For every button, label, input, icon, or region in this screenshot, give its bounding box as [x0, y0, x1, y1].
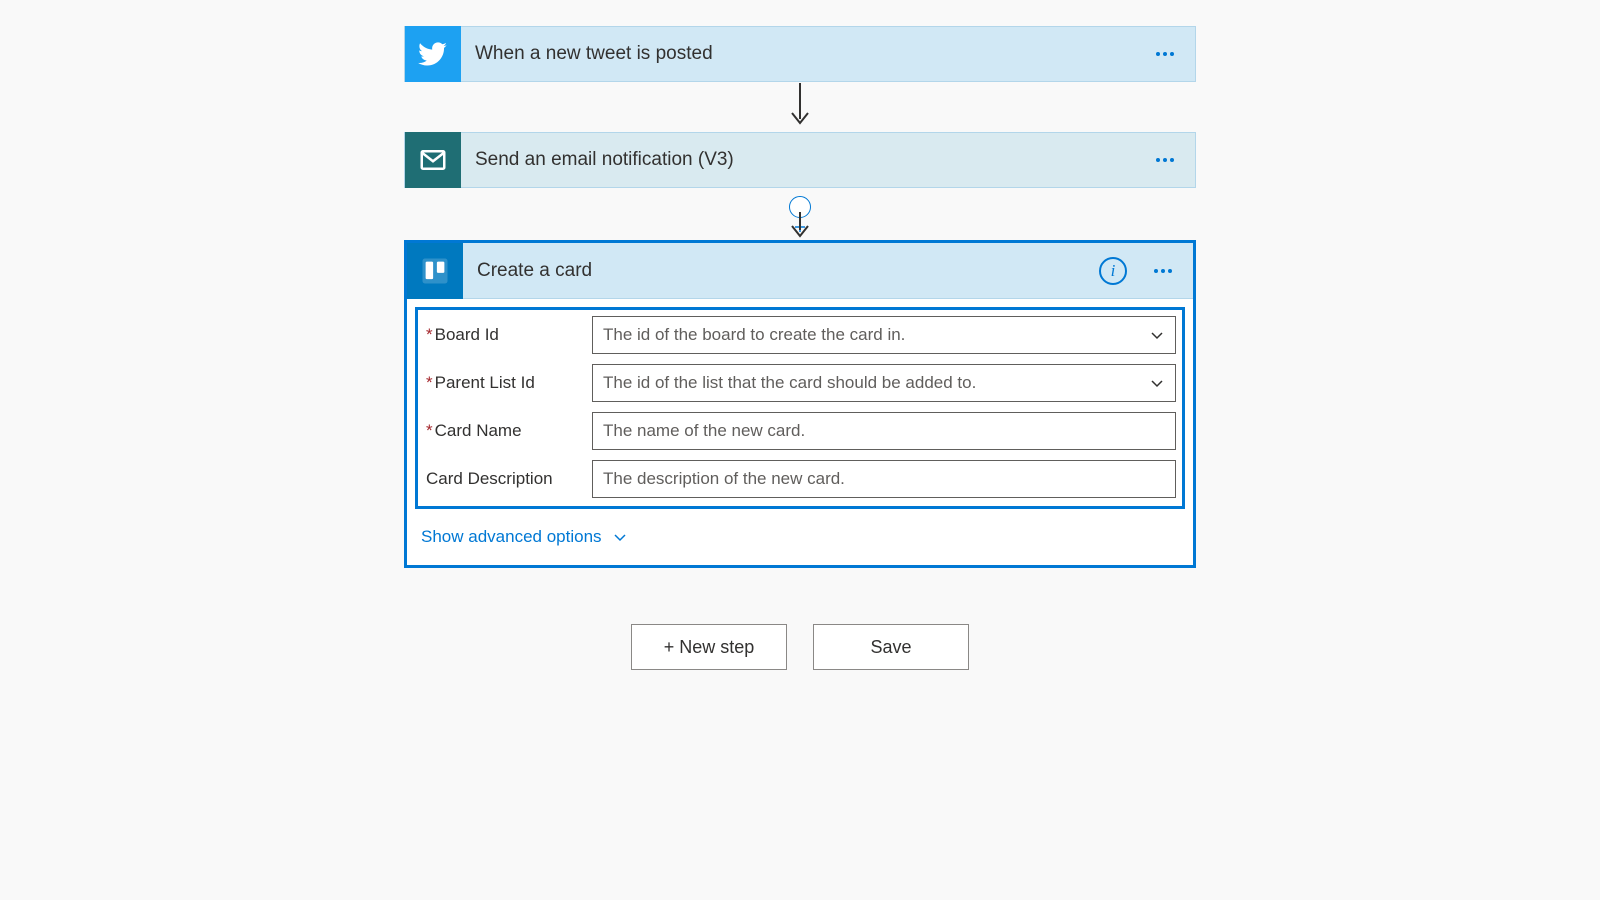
parent-list-dropdown[interactable]: The id of the list that the card should … [592, 364, 1176, 402]
mail-icon [405, 132, 461, 188]
card-name-input[interactable]: The name of the new card. [592, 412, 1176, 450]
footer-actions: + New step Save [404, 624, 1196, 670]
field-row-board-id: *Board Id The id of the board to create … [424, 316, 1176, 354]
step-trigger-twitter[interactable]: When a new tweet is posted [404, 26, 1196, 82]
field-label: Card Description [424, 469, 592, 489]
field-label: *Parent List Id [424, 373, 592, 393]
placeholder-text: The description of the new card. [603, 469, 845, 489]
twitter-icon [405, 26, 461, 82]
step-action-email[interactable]: Send an email notification (V3) [404, 132, 1196, 188]
connector-with-add [404, 188, 1196, 240]
placeholder-text: The id of the list that the card should … [603, 373, 976, 393]
placeholder-text: The name of the new card. [603, 421, 805, 441]
chevron-down-icon [1149, 375, 1165, 391]
field-row-card-name: *Card Name The name of the new card. [424, 412, 1176, 450]
chevron-down-icon [612, 529, 628, 545]
new-step-button[interactable]: + New step [631, 624, 787, 670]
step-title: When a new tweet is posted [461, 43, 1143, 65]
step-header[interactable]: Create a card i [407, 243, 1193, 299]
step-title: Send an email notification (V3) [461, 149, 1143, 171]
step-action-trello-create-card: Create a card i *Board Id The id of the … [404, 240, 1196, 568]
board-id-dropdown[interactable]: The id of the board to create the card i… [592, 316, 1176, 354]
more-menu-button[interactable] [1143, 138, 1187, 182]
chevron-down-icon [1149, 327, 1165, 343]
info-button[interactable]: i [1099, 257, 1127, 285]
placeholder-text: The id of the board to create the card i… [603, 325, 905, 345]
more-menu-button[interactable] [1141, 249, 1185, 293]
field-label: *Board Id [424, 325, 592, 345]
step-title: Create a card [463, 260, 1099, 282]
field-label: *Card Name [424, 421, 592, 441]
field-row-card-desc: Card Description The description of the … [424, 460, 1176, 498]
save-button[interactable]: Save [813, 624, 969, 670]
trello-icon [407, 243, 463, 299]
connector-arrow [404, 82, 1196, 132]
required-fields-highlight: *Board Id The id of the board to create … [415, 307, 1185, 509]
more-menu-button[interactable] [1143, 32, 1187, 76]
show-advanced-options-toggle[interactable]: Show advanced options [421, 527, 628, 547]
field-row-parent-list: *Parent List Id The id of the list that … [424, 364, 1176, 402]
card-description-input[interactable]: The description of the new card. [592, 460, 1176, 498]
